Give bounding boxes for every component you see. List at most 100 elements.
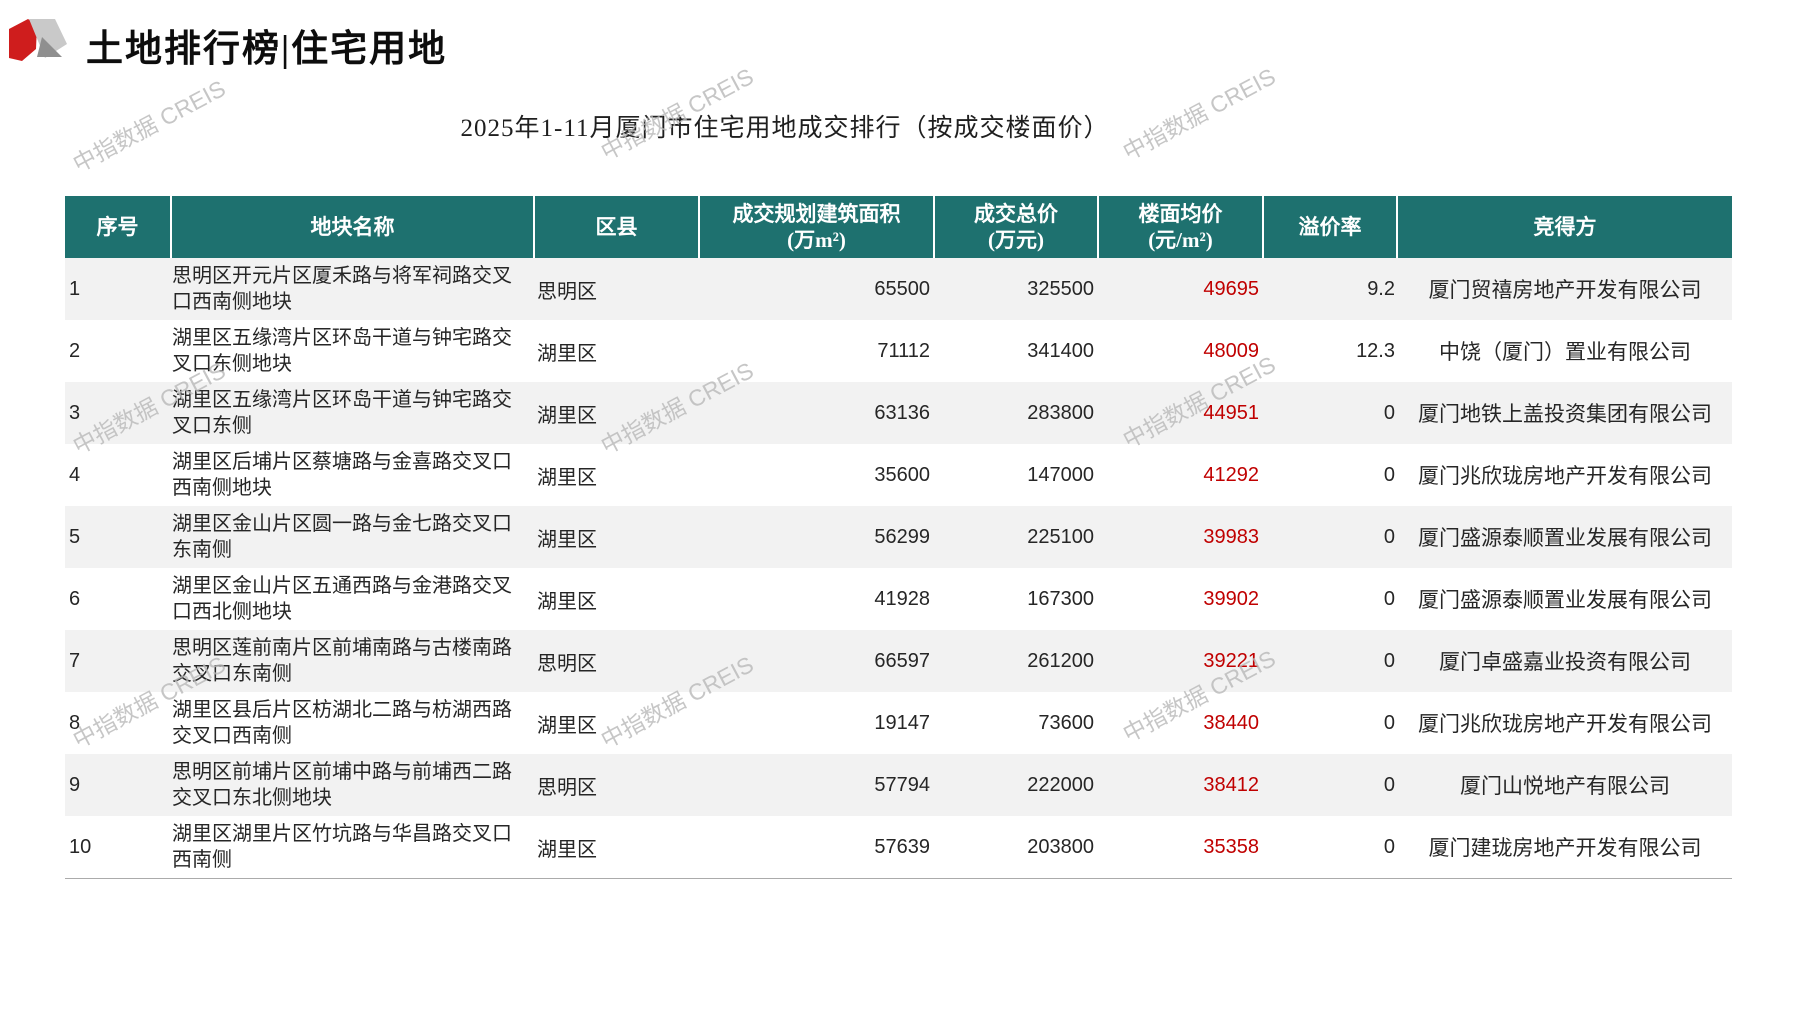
table-header-row: 序号 地块名称 区县 成交规划建筑面积 (万m²) 成交总价 (万元) 楼面均价… xyxy=(65,196,1732,258)
table-row: 9 思明区前埔片区前埔中路与前埔西二路交叉口东北侧地块 思明区 57794 22… xyxy=(65,754,1732,816)
table-row: 2 湖里区五缘湾片区环岛干道与钟宅路交叉口东侧地块 湖里区 71112 3414… xyxy=(65,320,1732,382)
cell-premium-rate: 0 xyxy=(1264,836,1398,859)
cell-index: 6 xyxy=(65,588,172,611)
cell-floor-price: 48009 xyxy=(1099,340,1264,363)
cell-plot-name: 湖里区五缘湾片区环岛干道与钟宅路交叉口东侧地块 xyxy=(172,325,535,378)
cell-plot-name: 湖里区金山片区圆一路与金七路交叉口东南侧 xyxy=(172,511,535,564)
cell-floor-price: 39983 xyxy=(1099,526,1264,549)
cell-total-price: 167300 xyxy=(935,588,1099,611)
table-body: 1 思明区开元片区厦禾路与将军祠路交叉口西南侧地块 思明区 65500 3255… xyxy=(65,258,1732,879)
cell-premium-rate: 0 xyxy=(1264,464,1398,487)
cell-total-price: 283800 xyxy=(935,402,1099,425)
cell-winner: 厦门盛源泰顺置业发展有限公司 xyxy=(1398,522,1732,552)
cell-floor-price: 44951 xyxy=(1099,402,1264,425)
cell-district: 湖里区 xyxy=(535,461,700,490)
watermark: 中指数据 CREIS xyxy=(594,43,787,167)
cell-premium-rate: 0 xyxy=(1264,650,1398,673)
cell-district: 湖里区 xyxy=(535,833,700,862)
cell-district: 湖里区 xyxy=(535,337,700,366)
cell-plot-name: 湖里区金山片区五通西路与金港路交叉口西北侧地块 xyxy=(172,573,535,626)
column-header-label: 区县 xyxy=(596,214,638,240)
cell-premium-rate: 0 xyxy=(1264,774,1398,797)
column-header-premium-rate: 溢价率 xyxy=(1264,196,1398,258)
creis-logo xyxy=(8,16,72,69)
column-header-label: 成交总价 xyxy=(974,201,1058,227)
column-header-unit: (万m²) xyxy=(787,227,846,253)
cell-winner: 厦门兆欣珑房地产开发有限公司 xyxy=(1398,460,1732,490)
column-header-total-price: 成交总价 (万元) xyxy=(935,196,1099,258)
cell-index: 4 xyxy=(65,464,172,487)
land-ranking-table: 序号 地块名称 区县 成交规划建筑面积 (万m²) 成交总价 (万元) 楼面均价… xyxy=(65,196,1732,879)
cell-index: 7 xyxy=(65,650,172,673)
column-header-area: 成交规划建筑面积 (万m²) xyxy=(700,196,935,258)
cell-plot-name: 思明区莲前南片区前埔南路与古楼南路交叉口东南侧 xyxy=(172,635,535,688)
table-row: 4 湖里区后埔片区蔡塘路与金喜路交叉口西南侧地块 湖里区 35600 14700… xyxy=(65,444,1732,506)
cell-district: 湖里区 xyxy=(535,709,700,738)
cell-area: 35600 xyxy=(700,464,935,487)
column-header-label: 序号 xyxy=(97,214,139,240)
cell-area: 71112 xyxy=(700,340,935,363)
cell-index: 8 xyxy=(65,712,172,735)
cell-index: 9 xyxy=(65,774,172,797)
cell-winner: 厦门卓盛嘉业投资有限公司 xyxy=(1398,646,1732,676)
column-header-district: 区县 xyxy=(535,196,700,258)
cell-winner: 厦门兆欣珑房地产开发有限公司 xyxy=(1398,708,1732,738)
report-slide: 土地排行榜|住宅用地 2025年1-11月厦门市住宅用地成交排行（按成交楼面价）… xyxy=(0,0,1797,1010)
cell-district: 思明区 xyxy=(535,275,700,304)
cell-index: 2 xyxy=(65,340,172,363)
cell-plot-name: 湖里区五缘湾片区环岛干道与钟宅路交叉口东侧 xyxy=(172,387,535,440)
column-header-label: 成交规划建筑面积 xyxy=(733,201,901,227)
cell-plot-name: 思明区前埔片区前埔中路与前埔西二路交叉口东北侧地块 xyxy=(172,759,535,812)
cell-district: 湖里区 xyxy=(535,399,700,428)
cell-premium-rate: 9.2 xyxy=(1264,278,1398,301)
column-header-winner: 竞得方 xyxy=(1398,196,1732,258)
cell-plot-name: 湖里区县后片区枋湖北二路与枋湖西路交叉口西南侧 xyxy=(172,697,535,750)
table-row: 1 思明区开元片区厦禾路与将军祠路交叉口西南侧地块 思明区 65500 3255… xyxy=(65,258,1732,320)
cell-floor-price: 35358 xyxy=(1099,836,1264,859)
cell-winner: 厦门贸禧房地产开发有限公司 xyxy=(1398,274,1732,304)
column-header-label: 溢价率 xyxy=(1299,214,1362,240)
column-header-index: 序号 xyxy=(65,196,172,258)
cell-area: 65500 xyxy=(700,278,935,301)
cell-floor-price: 38412 xyxy=(1099,774,1264,797)
logo-shapes-icon xyxy=(8,16,72,64)
table-row: 6 湖里区金山片区五通西路与金港路交叉口西北侧地块 湖里区 41928 1673… xyxy=(65,568,1732,630)
cell-winner: 厦门建珑房地产开发有限公司 xyxy=(1398,832,1732,862)
table-row: 7 思明区莲前南片区前埔南路与古楼南路交叉口东南侧 思明区 66597 2612… xyxy=(65,630,1732,692)
table-row: 8 湖里区县后片区枋湖北二路与枋湖西路交叉口西南侧 湖里区 19147 7360… xyxy=(65,692,1732,754)
cell-total-price: 261200 xyxy=(935,650,1099,673)
cell-premium-rate: 0 xyxy=(1264,588,1398,611)
cell-total-price: 222000 xyxy=(935,774,1099,797)
table-row: 3 湖里区五缘湾片区环岛干道与钟宅路交叉口东侧 湖里区 63136 283800… xyxy=(65,382,1732,444)
watermark: 中指数据 CREIS xyxy=(1116,43,1309,167)
cell-index: 1 xyxy=(65,278,172,301)
cell-plot-name: 思明区开元片区厦禾路与将军祠路交叉口西南侧地块 xyxy=(172,263,535,316)
cell-total-price: 147000 xyxy=(935,464,1099,487)
cell-total-price: 341400 xyxy=(935,340,1099,363)
cell-floor-price: 39902 xyxy=(1099,588,1264,611)
cell-area: 56299 xyxy=(700,526,935,549)
cell-plot-name: 湖里区后埔片区蔡塘路与金喜路交叉口西南侧地块 xyxy=(172,449,535,502)
cell-winner: 厦门山悦地产有限公司 xyxy=(1398,770,1732,800)
cell-floor-price: 39221 xyxy=(1099,650,1264,673)
cell-index: 3 xyxy=(65,402,172,425)
cell-winner: 中饶（厦门）置业有限公司 xyxy=(1398,336,1732,366)
cell-total-price: 225100 xyxy=(935,526,1099,549)
cell-area: 63136 xyxy=(700,402,935,425)
cell-index: 10 xyxy=(65,836,172,859)
page-title: 土地排行榜|住宅用地 xyxy=(86,18,447,72)
column-header-unit: (万元) xyxy=(988,227,1044,253)
cell-total-price: 325500 xyxy=(935,278,1099,301)
column-header-plot-name: 地块名称 xyxy=(172,196,535,258)
column-header-label: 地块名称 xyxy=(311,214,395,240)
column-header-label: 楼面均价 xyxy=(1139,201,1223,227)
cell-plot-name: 湖里区湖里片区竹坑路与华昌路交叉口西南侧 xyxy=(172,821,535,874)
cell-area: 19147 xyxy=(700,712,935,735)
cell-area: 57639 xyxy=(700,836,935,859)
cell-winner: 厦门地铁上盖投资集团有限公司 xyxy=(1398,398,1732,428)
cell-premium-rate: 0 xyxy=(1264,402,1398,425)
cell-winner: 厦门盛源泰顺置业发展有限公司 xyxy=(1398,584,1732,614)
column-header-unit: (元/m²) xyxy=(1148,227,1213,253)
cell-district: 思明区 xyxy=(535,647,700,676)
table-row: 10 湖里区湖里片区竹坑路与华昌路交叉口西南侧 湖里区 57639 203800… xyxy=(65,816,1732,878)
